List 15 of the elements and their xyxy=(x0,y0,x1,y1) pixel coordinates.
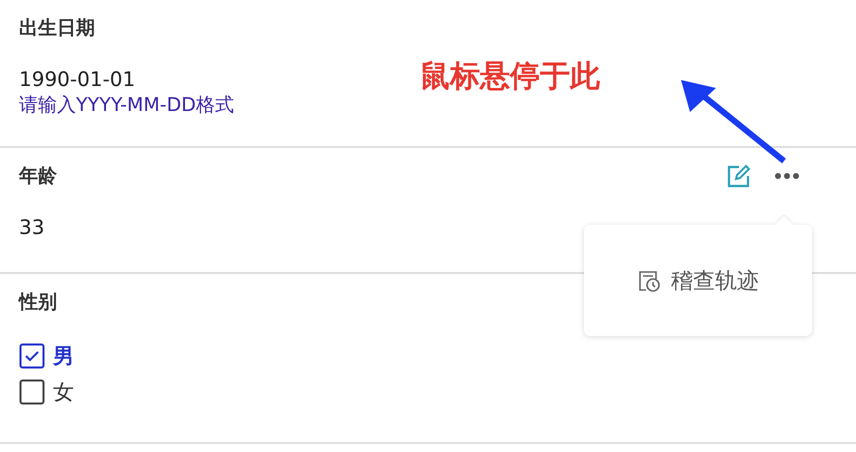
more-icon[interactable] xyxy=(774,172,800,180)
field-label: 年龄 xyxy=(19,164,57,189)
option-label[interactable]: 女 xyxy=(53,378,74,406)
field-value: 1990-01-01 xyxy=(19,66,136,92)
format-hint: 请输入YYYY-MM-DD格式 xyxy=(19,93,234,118)
edit-icon[interactable] xyxy=(726,163,752,189)
history-icon xyxy=(637,268,661,292)
field-label: 性别 xyxy=(19,290,57,315)
checkbox[interactable] xyxy=(19,379,45,405)
menu-item[interactable]: 稽查轨迹 xyxy=(637,266,759,296)
checkbox[interactable] xyxy=(19,343,45,369)
annotation-text: 鼠标悬停于此 xyxy=(420,58,600,96)
option-label[interactable]: 男 xyxy=(53,342,74,370)
field-label: 出生日期 xyxy=(19,16,95,41)
field-value: 33 xyxy=(19,214,44,240)
